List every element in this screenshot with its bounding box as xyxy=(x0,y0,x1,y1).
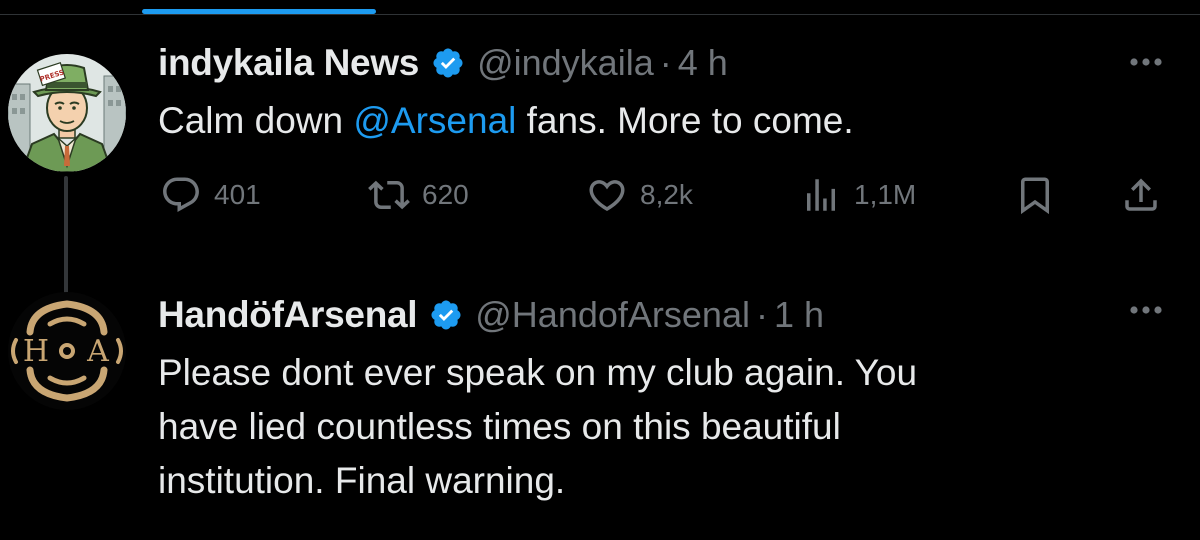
timestamp[interactable]: 1 h xyxy=(774,294,824,336)
tweet-text-part: fans. More to come. xyxy=(516,100,854,141)
reply-icon xyxy=(163,177,199,212)
verified-badge-icon xyxy=(429,298,463,332)
separator-dot: · xyxy=(755,294,768,335)
reply-count: 401 xyxy=(214,179,261,210)
tweet-text-line: institution. Final warning. xyxy=(158,460,566,501)
handle[interactable]: @indykaila xyxy=(477,42,654,84)
tweet-handofarsenal[interactable]: H A HandöfArsenal @HandofArsenal · 1 h P… xyxy=(0,276,1200,540)
like-icon xyxy=(589,180,625,212)
like-count: 8,2k xyxy=(640,179,693,210)
views-icon xyxy=(807,179,835,211)
tweet-text-line: have lied countless times on this beauti… xyxy=(158,406,841,447)
views-count: 1,1M xyxy=(854,179,917,210)
views-button[interactable]: 1,1M xyxy=(800,168,916,222)
tab-indicator xyxy=(142,9,376,14)
logo-letter-a: A xyxy=(86,334,109,369)
tweet-text-part: Calm down xyxy=(158,100,354,141)
tweet-header: indykaila News @indykaila · 4 h xyxy=(158,38,728,88)
handofarsenal-logo-icon: H A xyxy=(8,292,126,410)
tweet-header: HandöfArsenal @HandofArsenal · 1 h xyxy=(158,290,824,340)
avatar-illustration-icon: PRESS xyxy=(8,54,126,172)
share-button[interactable] xyxy=(1120,168,1162,222)
display-name[interactable]: HandöfArsenal xyxy=(158,294,418,336)
mention-link[interactable]: @Arsenal xyxy=(353,100,516,141)
repost-icon xyxy=(368,180,410,210)
tweet-text-line: Please dont ever speak on my club again.… xyxy=(158,352,918,393)
tweet-text: Please dont ever speak on my club again.… xyxy=(158,346,1158,508)
share-icon xyxy=(1125,178,1157,211)
reply-button[interactable]: 401 xyxy=(160,168,261,222)
tweet-text: Calm down @Arsenal fans. More to come. xyxy=(158,94,1158,148)
timestamp[interactable]: 4 h xyxy=(678,42,728,84)
tweet-indykaila[interactable]: PRESS indykaila News @indykaila · 4 h Ca… xyxy=(0,26,1200,312)
tweet-actions: 401 620 8,2k 1,1M xyxy=(158,168,1170,222)
more-icon[interactable] xyxy=(1126,290,1166,330)
verified-badge-icon xyxy=(431,46,465,80)
separator-dot: · xyxy=(659,42,672,83)
bookmark-button[interactable] xyxy=(1014,168,1056,222)
logo-letter-h: H xyxy=(23,334,49,369)
more-icon[interactable] xyxy=(1126,42,1166,82)
handle[interactable]: @HandofArsenal xyxy=(475,294,750,336)
avatar-indykaila[interactable]: PRESS xyxy=(8,54,126,172)
bookmark-icon xyxy=(1021,177,1049,215)
repost-button[interactable]: 620 xyxy=(368,168,469,222)
avatar-handofarsenal[interactable]: H A xyxy=(8,292,126,410)
like-button[interactable]: 8,2k xyxy=(586,168,693,222)
display-name[interactable]: indykaila News xyxy=(158,42,419,84)
repost-count: 620 xyxy=(422,179,469,210)
top-divider xyxy=(0,14,1200,15)
